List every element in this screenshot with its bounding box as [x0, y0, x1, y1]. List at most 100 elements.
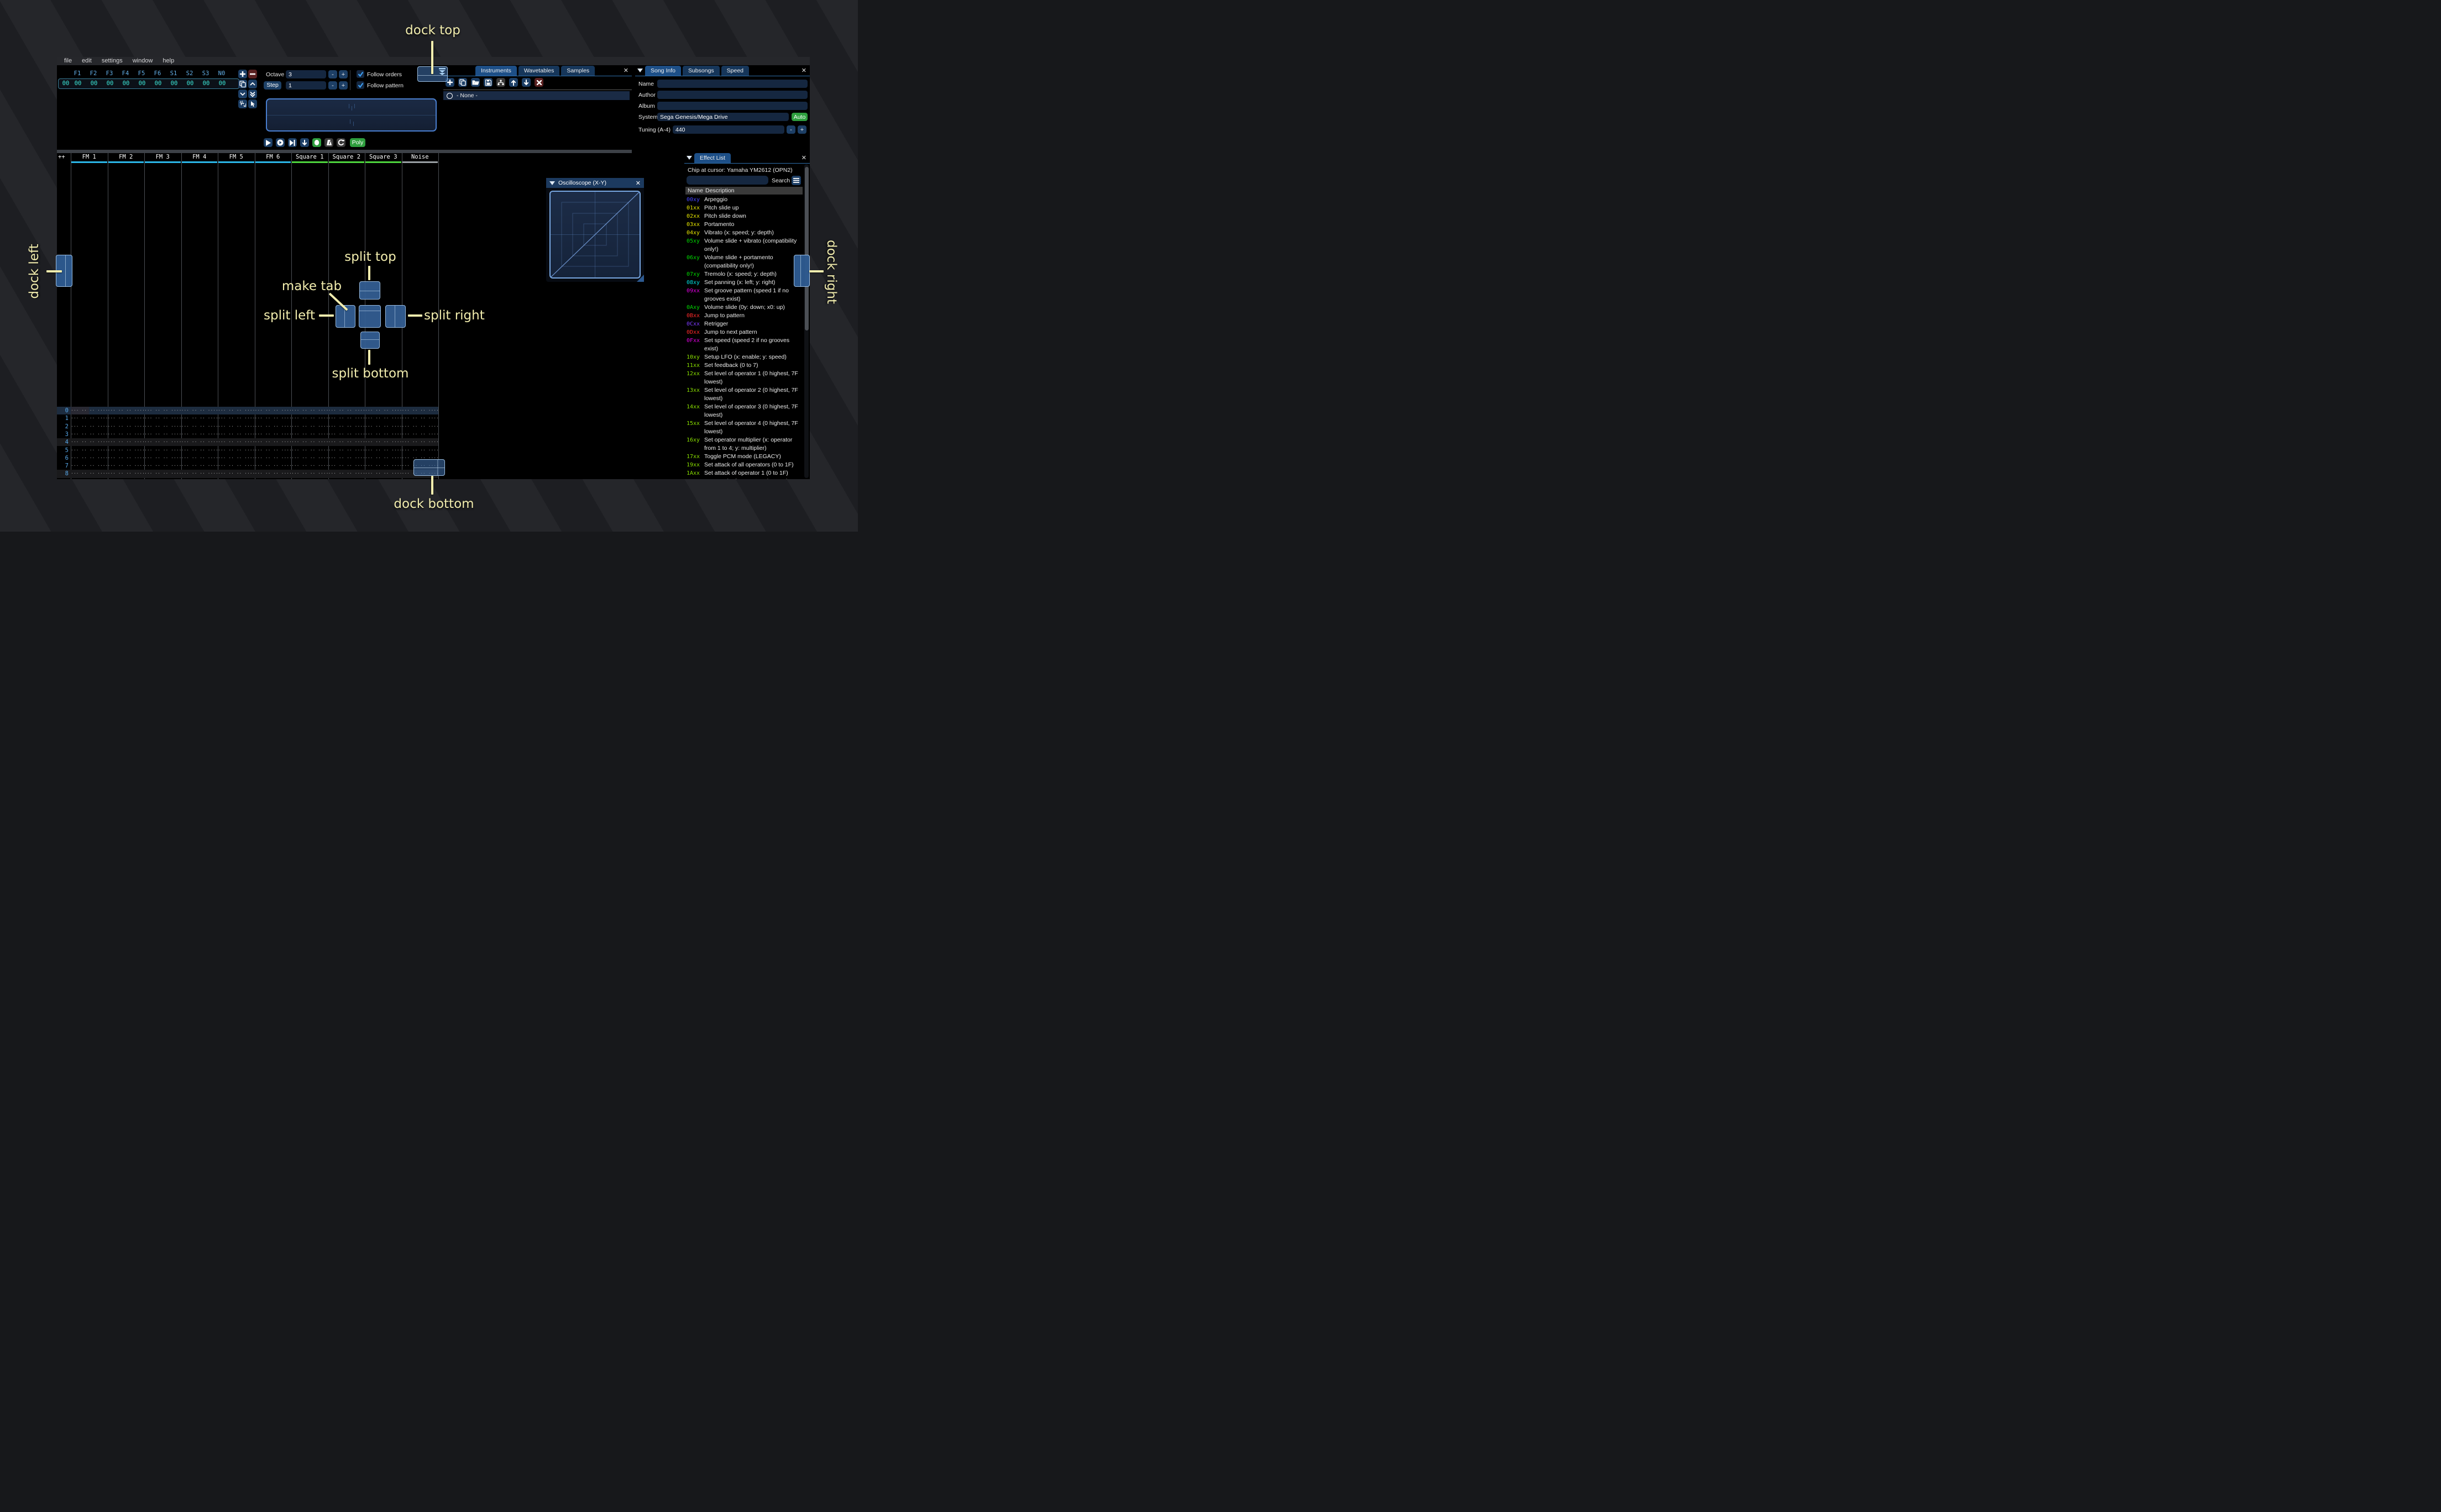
channel-header-fm-3[interactable]: FM 3 [144, 153, 181, 161]
pattern-cell[interactable]: ··· ·· ·· ···· [255, 423, 292, 431]
pattern-cell[interactable]: ··· ·· ·· ···· [402, 431, 439, 438]
pattern-cell[interactable]: ··· ·· ·· ···· [181, 438, 218, 446]
pattern-cell[interactable]: ··· ·· ·· ···· [328, 423, 365, 431]
menu-settings[interactable]: settings [97, 57, 128, 65]
step-label[interactable]: Step [264, 81, 281, 90]
pattern-cell[interactable]: ··· ·· ·· ···· [144, 423, 181, 431]
collapse-icon[interactable] [687, 156, 692, 160]
pattern-cell[interactable]: ··· ·· ·· ···· [144, 431, 181, 438]
oscilloscope-window[interactable]: Oscilloscope (X-Y) ✕ [546, 178, 644, 282]
pattern-row[interactable]: 2 ··· ·· ·· ···· ··· ·· ·· ···· ··· ·· ·· ·… [57, 423, 439, 431]
effect-row[interactable]: 0Axy Volume slide (0y: down; x0: up) [687, 303, 803, 312]
effect-row[interactable]: 08xy Set panning (x: left; y: right) [687, 279, 803, 287]
pattern-cell[interactable]: ··· ·· ·· ···· [255, 470, 292, 477]
pattern-cell[interactable]: ··· ·· ·· ···· [291, 431, 328, 438]
metronome-button[interactable] [324, 138, 333, 147]
pattern-cell[interactable]: ··· ·· ·· ···· [71, 454, 108, 462]
pattern-cell[interactable]: ··· ·· ·· ···· [218, 423, 255, 431]
song-info-close-icon[interactable]: ✕ [802, 67, 806, 75]
order-cell[interactable]: 00 [71, 80, 85, 87]
resize-grip[interactable] [637, 275, 644, 282]
effect-row[interactable]: 14xx Set level of operator 3 (0 highest, … [687, 403, 803, 419]
order-cell[interactable]: 00 [135, 80, 149, 87]
pattern-cell[interactable]: ··· ·· ·· ···· [291, 407, 328, 414]
pattern-cell[interactable]: ··· ·· ·· ···· [365, 423, 402, 431]
octave-minus-button[interactable]: - [328, 70, 337, 78]
pattern-cell[interactable]: ··· ·· ·· ···· [291, 414, 328, 422]
instrument-open-button[interactable] [471, 78, 480, 87]
effect-row[interactable]: 03xx Portamento [687, 221, 803, 229]
pattern-cell[interactable]: ··· ·· ·· ···· [218, 438, 255, 446]
order-cell[interactable]: 00 [151, 80, 165, 87]
tuning-minus-button[interactable]: - [787, 125, 795, 134]
name-input[interactable] [657, 80, 808, 88]
order-cell[interactable]: 00 [215, 80, 229, 87]
order-cell[interactable]: 00 [87, 80, 101, 87]
channel-header-fm-1[interactable]: FM 1 [71, 153, 108, 161]
effect-row[interactable]: 07xy Tremolo (x: speed; y: depth) [687, 270, 803, 279]
pattern-cell[interactable]: ··· ·· ·· ···· [255, 431, 292, 438]
poly-button[interactable]: Poly [350, 138, 365, 147]
pattern-cell[interactable]: ··· ·· ·· ···· [144, 478, 181, 480]
channel-header-square-3[interactable]: Square 3 [365, 153, 402, 161]
split-top-button[interactable] [359, 281, 380, 300]
pattern-cell[interactable]: ··· ·· ·· ···· [328, 447, 365, 454]
effect-row[interactable]: 16xy Set operator multiplier (x: operator… [687, 436, 803, 453]
order-cell[interactable]: 00 [167, 80, 181, 87]
repeat-pattern-button[interactable] [337, 138, 345, 147]
pattern-cell[interactable]: ··· ·· ·· ···· [328, 438, 365, 446]
channel-header-fm-4[interactable]: FM 4 [181, 153, 218, 161]
pattern-cell[interactable]: ··· ·· ·· ···· [328, 431, 365, 438]
collapse-icon[interactable] [549, 181, 555, 185]
collapse-icon[interactable] [637, 69, 643, 72]
piano-preview[interactable] [266, 98, 437, 132]
follow-pattern-checkbox[interactable] [357, 81, 364, 89]
pattern-row[interactable]: 1 ··· ·· ·· ···· ··· ·· ·· ···· ··· ·· ·· ·… [57, 414, 439, 422]
pattern-cell[interactable]: ··· ·· ·· ···· [181, 414, 218, 422]
pattern-row[interactable]: 4 ··· ·· ·· ···· ··· ·· ·· ···· ··· ·· ·· ·… [57, 438, 439, 447]
channel-header-noise[interactable]: Noise [402, 153, 439, 161]
pattern-cell[interactable]: ··· ·· ·· ···· [255, 462, 292, 470]
effect-row[interactable]: 05xy Volume slide + vibrato (compatibilit… [687, 237, 803, 254]
play-pattern-button[interactable] [276, 138, 285, 147]
tab-song-info[interactable]: Song Info [645, 66, 681, 76]
pattern-cell[interactable]: ··· ·· ·· ···· [181, 478, 218, 480]
pattern-cell[interactable]: ··· ·· ·· ···· [144, 438, 181, 446]
pattern-cell[interactable]: ··· ·· ·· ···· [402, 407, 439, 414]
pattern-cell[interactable]: ··· ·· ·· ···· [255, 407, 292, 414]
octave-input[interactable]: 3 [286, 70, 326, 78]
tuning-input[interactable]: 440 [673, 125, 784, 134]
tab-subsongs[interactable]: Subsongs [682, 66, 720, 76]
pattern-cell[interactable]: ··· ·· ·· ···· [108, 438, 145, 446]
channel-header-fm-2[interactable]: FM 2 [108, 153, 145, 161]
instrument-delete-button[interactable] [535, 78, 543, 87]
step-minus-button[interactable]: - [328, 81, 337, 90]
order-cell[interactable]: 00 [199, 80, 213, 87]
effect-row[interactable]: 09xx Set groove pattern (speed 1 if no gr… [687, 287, 803, 303]
pattern-cell[interactable]: ··· ·· ·· ···· [71, 462, 108, 470]
pattern-cell[interactable]: ··· ·· ·· ···· [365, 462, 402, 470]
pattern-cell[interactable]: ··· ·· ·· ···· [181, 423, 218, 431]
pattern-cell[interactable]: ··· ·· ·· ···· [71, 407, 108, 414]
order-remove-button[interactable] [248, 70, 257, 78]
effect-row[interactable]: 0Cxx Retrigger [687, 320, 803, 328]
pattern-cell[interactable]: ··· ·· ·· ···· [365, 478, 402, 480]
pattern-cell[interactable]: ··· ·· ·· ···· [181, 470, 218, 477]
pattern-cell[interactable]: ··· ·· ·· ···· [71, 438, 108, 446]
pattern-cell[interactable]: ··· ·· ·· ···· [328, 462, 365, 470]
pattern-cell[interactable]: ··· ·· ·· ···· [71, 431, 108, 438]
effect-search-input[interactable] [687, 176, 768, 185]
pattern-cell[interactable]: ··· ·· ·· ···· [291, 454, 328, 462]
pattern-cell[interactable]: ··· ·· ·· ···· [108, 462, 145, 470]
pattern-cell[interactable]: ··· ·· ·· ···· [71, 478, 108, 480]
instruments-close-icon[interactable]: ✕ [624, 67, 628, 75]
order-duplicate-button[interactable] [238, 80, 247, 88]
pattern-cell[interactable]: ··· ·· ·· ···· [108, 454, 145, 462]
order-move-down-button[interactable] [238, 90, 247, 98]
pattern-cell[interactable]: ··· ·· ·· ···· [181, 462, 218, 470]
instrument-duplicate-button[interactable] [458, 78, 467, 87]
effect-row[interactable]: 1Axx Set attack of operator 1 (0 to 1F) [687, 469, 803, 477]
step-input[interactable]: 1 [286, 81, 326, 90]
order-duplicate-end-button[interactable] [248, 90, 257, 98]
effect-row[interactable]: 0Bxx Jump to pattern [687, 312, 803, 320]
